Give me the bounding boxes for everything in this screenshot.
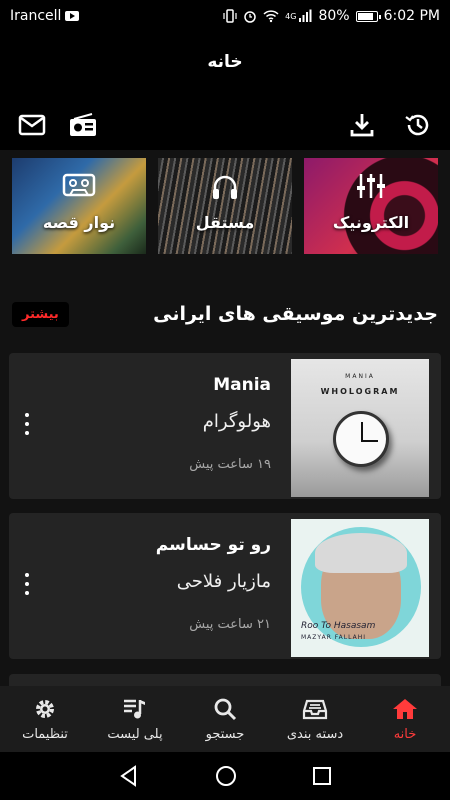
nav-playlist[interactable]: پلی لیست [90, 686, 180, 752]
back-icon[interactable] [118, 765, 140, 787]
mail-icon [18, 114, 46, 136]
home-icon [393, 698, 417, 719]
radio-button[interactable] [68, 110, 98, 140]
status-right: 4G 80% 6:02 PM [223, 8, 440, 24]
song-title: رو تو حساسم [155, 535, 271, 555]
category-electronic[interactable]: الکترونیک [304, 158, 438, 254]
category-label: الکترونیک [332, 213, 410, 232]
category-strip: نوار قصه مستقل الکترونیک [12, 158, 438, 254]
youtube-notification-icon [65, 11, 80, 21]
status-bar: Irancell 4G 80% 6:02 PM [0, 0, 450, 32]
system-navigation [0, 752, 450, 800]
nav-label: دسته بندی [286, 726, 344, 742]
category-label: نوار قصه [42, 213, 116, 232]
nav-home[interactable]: خانه [360, 686, 450, 752]
release-time: ۲۱ ساعت پیش [189, 617, 271, 632]
history-icon [405, 114, 429, 136]
category-story-tape[interactable]: نوار قصه [12, 158, 146, 254]
more-options-icon[interactable] [19, 573, 35, 595]
wifi-icon [263, 10, 279, 23]
download-icon [350, 114, 374, 137]
vibrate-icon [223, 9, 237, 23]
settings-icon [36, 699, 54, 718]
headphones-icon [213, 175, 237, 199]
nav-label: جستجو [205, 726, 245, 742]
more-button[interactable]: بیشتر [12, 301, 69, 327]
battery-percent: 80% [318, 8, 350, 24]
nav-search[interactable]: جستجو [180, 686, 270, 752]
home-circle-icon[interactable] [215, 765, 237, 787]
nav-categories[interactable]: دسته بندی [270, 686, 360, 752]
track-card[interactable]: Roo To Hasasam MAZYAR FALLAHI رو تو حساس… [9, 513, 441, 659]
carrier-name: Irancell [10, 8, 62, 24]
carrier-group: Irancell [10, 8, 80, 24]
section-title: جدیدترین موسیقی های ایرانی [153, 303, 438, 325]
nav-settings[interactable]: تنظیمات [0, 686, 90, 752]
song-title: Mania [213, 375, 271, 395]
category-independent[interactable]: مستقل [158, 158, 292, 254]
recents-icon[interactable] [312, 766, 332, 786]
battery-icon [355, 10, 381, 22]
bottom-navigation: تنظیمات پلی لیست جستجو دسته بندی خانه [0, 686, 450, 752]
cover-text: MAZYAR FALLAHI [301, 634, 366, 641]
section-header: بیشتر جدیدترین موسیقی های ایرانی [12, 296, 438, 332]
nav-label: تنظیمات [22, 726, 68, 742]
history-button[interactable] [403, 110, 433, 140]
search-icon [214, 698, 237, 720]
artist-name: هولوگرام [202, 411, 271, 432]
downloads-button[interactable] [347, 110, 377, 140]
inbox-tray-icon [302, 699, 328, 719]
track-card[interactable]: MANIA WHOLOGRAM Mania هولوگرام ۱۹ ساعت پ… [9, 353, 441, 499]
more-options-icon[interactable] [19, 413, 35, 435]
signal-icon [299, 9, 312, 22]
cover-text: WHOLOGRAM [320, 387, 400, 396]
category-label: مستقل [195, 213, 255, 232]
alarm-icon [244, 11, 256, 23]
artist-name: مازیار فلاحی [176, 571, 271, 592]
album-cover: MANIA WHOLOGRAM [291, 359, 429, 497]
nav-label: خانه [393, 726, 417, 742]
cover-portrait-hair [315, 533, 407, 573]
nav-label: پلی لیست [107, 726, 163, 742]
playlist-icon [124, 699, 145, 718]
cover-text: MANIA [345, 373, 375, 380]
album-cover: Roo To Hasasam MAZYAR FALLAHI [291, 519, 429, 657]
radio-icon [70, 113, 96, 136]
cassette-icon [62, 173, 96, 197]
network-type: 4G [285, 11, 297, 21]
clock: 6:02 PM [383, 8, 440, 24]
cover-clock-image [333, 411, 389, 467]
cover-text: Roo To Hasasam [301, 621, 376, 631]
messages-button[interactable] [17, 110, 47, 140]
release-time: ۱۹ ساعت پیش [189, 457, 271, 472]
app-header: خانه [0, 32, 450, 150]
page-title: خانه [207, 52, 243, 72]
equalizer-icon [357, 174, 385, 198]
